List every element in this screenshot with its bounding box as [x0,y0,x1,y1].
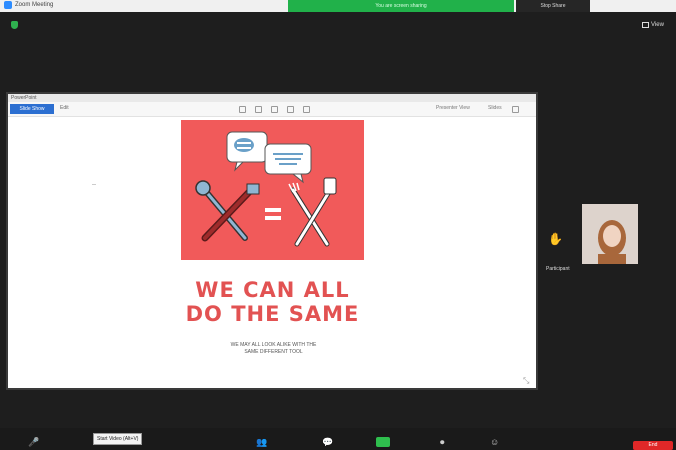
caption-line-1: WE MAY ALL LOOK ALIKE WITH THE [230,342,317,348]
cursor-mark [92,184,96,185]
app-title-text: Zoom Meeting [15,2,54,8]
toolbar-icon-5[interactable] [303,106,310,113]
resize-handle-icon[interactable]: ⤡ [523,376,529,386]
more-options-icon[interactable] [512,106,519,113]
slide-caption: WE MAY ALL LOOK ALIKE WITH THE SAME DIFF… [196,342,351,356]
raised-hand-icon: ✋ [548,232,563,246]
toolbar-icon-3[interactable] [271,106,278,113]
chat-icon[interactable]: 💬 [322,437,333,448]
view-label: View [651,22,664,28]
toolbar-icon-2[interactable] [255,106,262,113]
share-banner-text: You are screen sharing [375,3,427,9]
toolbar-icon-4[interactable] [287,106,294,113]
app-title: Zoom Meeting [4,1,53,9]
shared-window-toolbar: Slide Show Edit Presenter View Slides [8,102,536,117]
presenter-view-label[interactable]: Presenter View [436,105,470,111]
participants-icon[interactable]: 👥 [256,437,267,448]
stop-share-label: Stop Share [540,3,566,9]
zoom-logo-icon [4,1,12,9]
headline-line-2: DO THE SAME [185,302,360,326]
stop-share-button[interactable]: Stop Share [516,0,590,12]
participant-video[interactable] [582,204,638,264]
record-icon[interactable]: ⏺ [440,437,445,448]
slide-show-button[interactable]: Slide Show [10,104,54,114]
microphone-icon[interactable]: 🎤 [28,437,39,448]
view-button[interactable]: View [642,22,664,28]
toolbar-icon-1[interactable] [239,106,246,113]
slide-illustration [181,120,364,260]
grid-view-icon [642,22,649,28]
security-shield-icon[interactable] [11,21,18,29]
participant-avatar [582,204,638,264]
shared-window-title: PowerPoint [8,94,536,102]
headline-line-1: WE CAN ALL [195,278,350,302]
reactions-icon[interactable]: ☺ [490,437,499,447]
slide-headline: WE CAN ALL DO THE SAME [181,278,364,326]
slides-label[interactable]: Slides [488,105,502,111]
caption-line-2: SAME DIFFERENT TOOL [244,349,303,355]
share-screen-button[interactable] [376,437,390,447]
participant-name: Participant [546,266,570,272]
start-video-tooltip: Start Video (Alt+V) [93,433,143,445]
end-meeting-button[interactable]: End [633,441,673,450]
screen-share-banner: You are screen sharing [288,0,514,12]
edit-label[interactable]: Edit [60,105,69,111]
